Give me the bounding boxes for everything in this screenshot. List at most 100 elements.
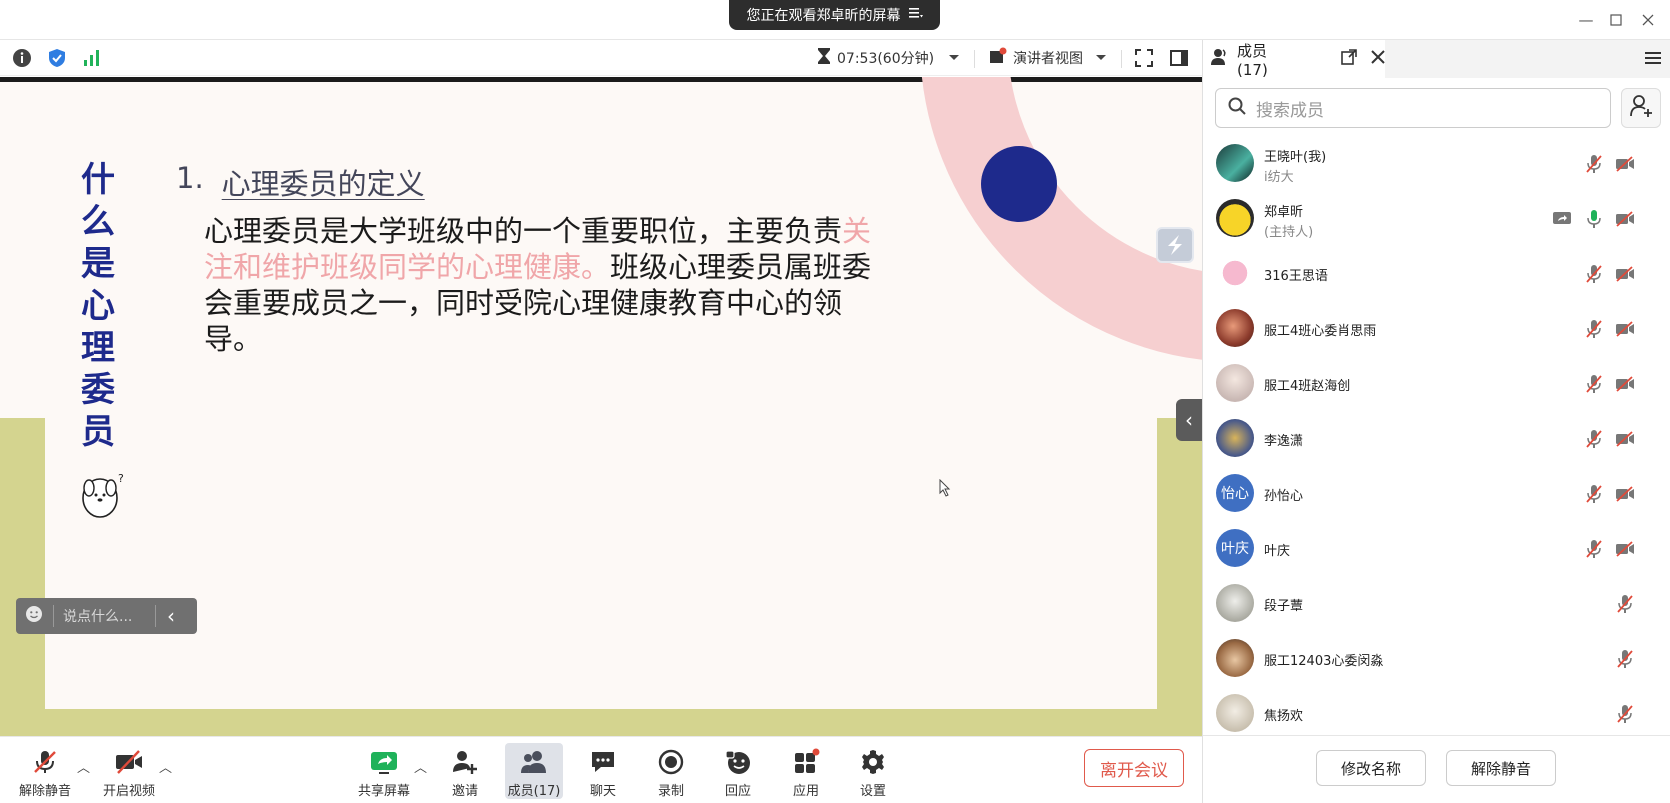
sidebar-toggle-icon[interactable] xyxy=(1170,47,1188,69)
slide-background-lower xyxy=(45,418,1157,709)
reaction-label: 回应 xyxy=(724,784,751,799)
chevron-left-icon[interactable]: ‹ xyxy=(167,604,175,628)
chevron-up-icon[interactable]: ︿ xyxy=(159,757,172,776)
mic-muted-icon[interactable] xyxy=(1614,703,1636,725)
add-user-icon xyxy=(1629,94,1653,122)
mic-muted-icon[interactable] xyxy=(1614,648,1636,670)
video-off-icon[interactable] xyxy=(1614,208,1636,230)
meeting-window: 您正在观看郑卓昕的屏幕 — 07:53(60分钟) 演讲者视图 什 么 是 心 … xyxy=(0,0,1670,803)
search-icon xyxy=(1228,97,1246,120)
close-icon[interactable] xyxy=(1633,8,1663,32)
hamburger-menu-icon[interactable] xyxy=(1645,50,1661,70)
screen-share-banner[interactable]: 您正在观看郑卓昕的屏幕 xyxy=(729,0,940,30)
member-name: 叶庆 xyxy=(1264,544,1291,559)
video-off-icon[interactable] xyxy=(1614,428,1636,450)
view-mode-label: 演讲者视图 xyxy=(1013,51,1083,67)
share-screen-label: 共享屏幕 xyxy=(357,784,410,799)
slide-vertical-title: 什 么 是 心 理 委 员 xyxy=(78,159,118,453)
tab-members[interactable]: 成员(17) xyxy=(1203,40,1385,79)
member-row[interactable]: 焦扬欢 xyxy=(1203,686,1670,732)
slide-body-text: 心理委员是大学班级中的一个重要职位，主要负责关注和维护班级同学的心理健康。班级心… xyxy=(204,213,880,357)
video-off-icon[interactable] xyxy=(1614,263,1636,285)
maximize-icon[interactable] xyxy=(1601,8,1631,32)
gear-icon xyxy=(858,747,888,777)
timer-text: 07:53(60分钟) xyxy=(837,51,935,67)
mic-muted-icon[interactable] xyxy=(1583,263,1605,285)
mic-muted-icon[interactable] xyxy=(1583,483,1605,505)
panel-tabs: 成员(17) xyxy=(1203,40,1670,79)
unmute-self-button[interactable]: 解除静音 xyxy=(1446,750,1556,786)
mic-muted-icon[interactable] xyxy=(1583,373,1605,395)
search-input[interactable]: 搜索成员 xyxy=(1215,88,1611,128)
video-off-icon[interactable] xyxy=(1614,153,1636,175)
floating-tool-icon[interactable] xyxy=(1156,227,1194,263)
reaction-button[interactable]: 回应 xyxy=(707,743,769,799)
popout-icon[interactable] xyxy=(1341,49,1357,69)
view-mode-selector[interactable]: 演讲者视图 xyxy=(989,47,1107,69)
meeting-timer[interactable]: 07:53(60分钟) xyxy=(817,47,960,69)
chevron-up-icon[interactable]: ︿ xyxy=(77,757,90,776)
member-row[interactable]: 叶庆 叶庆 xyxy=(1203,521,1670,576)
member-row[interactable]: 服工4班心委肖思雨 xyxy=(1203,301,1670,356)
mic-muted-icon[interactable] xyxy=(1583,153,1605,175)
mic-muted-icon[interactable] xyxy=(1583,318,1605,340)
share-screen-button[interactable]: 共享屏幕 xyxy=(353,743,415,799)
unmute-label: 解除静音 xyxy=(18,784,71,799)
chat-button[interactable]: 聊天 xyxy=(572,743,634,799)
minimize-icon[interactable]: — xyxy=(1571,8,1601,32)
member-row[interactable]: 郑卓昕 (主持人) xyxy=(1203,191,1670,246)
rename-button[interactable]: 修改名称 xyxy=(1316,750,1426,786)
chevron-down-icon[interactable] xyxy=(1095,50,1107,66)
settings-button[interactable]: 设置 xyxy=(842,743,904,799)
apps-button[interactable]: 应用 xyxy=(775,743,837,799)
toolbar-divider xyxy=(1121,50,1122,68)
invite-label: 邀请 xyxy=(451,784,478,799)
member-row[interactable]: 李逸潇 xyxy=(1203,411,1670,466)
member-row[interactable]: 王晓叶(我) i纺大 xyxy=(1203,136,1670,191)
search-placeholder: 搜索成员 xyxy=(1256,100,1324,121)
start-video-button[interactable]: 开启视频 xyxy=(98,743,160,799)
video-off-icon xyxy=(114,747,144,777)
mic-muted-icon[interactable] xyxy=(1614,593,1636,615)
mic-muted-icon[interactable] xyxy=(1583,428,1605,450)
mic-on-icon[interactable] xyxy=(1583,208,1605,230)
avatar xyxy=(1216,364,1254,402)
member-list: 王晓叶(我) i纺大 郑卓昕 (主持人) 316王思语 服工4班心委肖思雨 服工… xyxy=(1203,136,1670,732)
record-button[interactable]: 录制 xyxy=(640,743,702,799)
chevron-up-icon[interactable]: ︿ xyxy=(414,757,427,776)
leave-meeting-button[interactable]: 离开会议 xyxy=(1084,749,1184,787)
video-off-icon[interactable] xyxy=(1614,318,1636,340)
chevron-down-icon[interactable] xyxy=(948,50,960,66)
fullscreen-icon[interactable] xyxy=(1135,47,1153,69)
member-row[interactable]: 服工4班赵海创 xyxy=(1203,356,1670,411)
video-off-icon[interactable] xyxy=(1614,483,1636,505)
title-char: 是 xyxy=(81,244,115,284)
avatar xyxy=(1216,639,1254,677)
chat-input[interactable]: 说点什么... xyxy=(63,606,155,626)
shield-icon[interactable] xyxy=(47,47,67,69)
member-subtitle: i纺大 xyxy=(1264,170,1294,185)
avatar xyxy=(1216,144,1254,182)
members-icon xyxy=(1211,48,1229,70)
emoji-icon[interactable] xyxy=(25,605,43,627)
video-off-icon[interactable] xyxy=(1614,373,1636,395)
mic-muted-icon[interactable] xyxy=(1583,538,1605,560)
add-member-button[interactable] xyxy=(1621,88,1661,128)
title-bar: 您正在观看郑卓昕的屏幕 — xyxy=(0,0,1670,40)
record-icon xyxy=(656,747,686,777)
menu-lines-icon[interactable] xyxy=(908,7,923,23)
unmute-button[interactable]: 解除静音 xyxy=(14,743,76,799)
signal-icon[interactable] xyxy=(82,47,102,69)
members-button[interactable]: 成员(17) xyxy=(505,743,563,799)
member-row[interactable]: 怡心 孙怡心 xyxy=(1203,466,1670,521)
hourglass-icon xyxy=(817,47,831,69)
member-row[interactable]: 316王思语 xyxy=(1203,246,1670,301)
quick-chat-bar[interactable]: 说点什么... ‹ xyxy=(16,598,197,634)
member-row[interactable]: 服工12403心委闵淼 xyxy=(1203,631,1670,686)
close-panel-icon[interactable] xyxy=(1371,50,1385,68)
invite-button[interactable]: 邀请 xyxy=(434,743,496,799)
info-icon[interactable] xyxy=(12,47,32,69)
member-row[interactable]: 段子蕈 xyxy=(1203,576,1670,631)
collapse-panel-button[interactable]: ‹ xyxy=(1176,399,1202,441)
video-off-icon[interactable] xyxy=(1614,538,1636,560)
